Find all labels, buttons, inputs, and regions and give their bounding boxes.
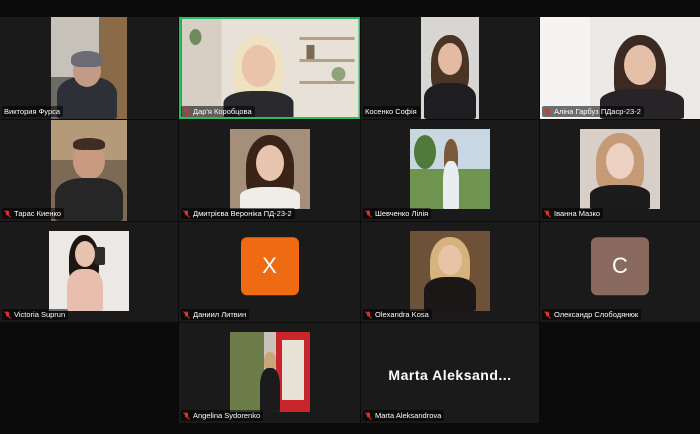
participant-name-label: Даниил Литвин [181, 309, 250, 320]
avatar-letter: Х [262, 253, 277, 279]
participant-name: Даниил Литвин [193, 310, 247, 319]
participant-video [410, 129, 490, 209]
participant-name: Аліна Гарбуз ПДаср-23-2 [554, 107, 641, 116]
participant-tile-active-speaker[interactable]: Дар'я Коробцова [179, 17, 360, 119]
participant-name-label: Косенко Софія [363, 106, 420, 117]
muted-mic-icon [4, 209, 11, 218]
participant-name-label: Аліна Гарбуз ПДаср-23-2 [542, 106, 644, 117]
participant-video [410, 231, 490, 311]
participant-name-label: Виктория Фурса [2, 106, 64, 117]
participant-name-label: Olexandra Kosa [363, 309, 432, 320]
participant-name: Косенко Софія [365, 107, 417, 116]
participant-name-label: Angelina Sydorenko [181, 410, 264, 421]
avatar: Х [240, 237, 299, 296]
muted-mic-icon [365, 310, 372, 319]
participant-tile[interactable]: Аліна Гарбуз ПДаср-23-2 [540, 17, 700, 119]
participant-name: Тарас Киенко [14, 209, 61, 218]
participant-name-label: Шевченко Лілія [363, 208, 432, 219]
muted-mic-icon [183, 411, 190, 420]
participant-tile[interactable]: Косенко Софія [361, 17, 539, 119]
participant-name-label: Victoria Suprun [2, 309, 69, 320]
muted-mic-icon [365, 411, 372, 420]
muted-mic-icon [183, 107, 190, 116]
muted-mic-icon [183, 310, 190, 319]
participant-name-label: Олександр Слободянюк [542, 309, 642, 320]
participant-video [181, 19, 358, 117]
participant-name: Angelina Sydorenko [193, 411, 261, 420]
participant-name: Шевченко Лілія [375, 209, 429, 218]
participant-tile[interactable]: Olexandra Kosa [361, 222, 539, 322]
participant-video [229, 332, 310, 412]
participant-video [229, 129, 310, 209]
muted-mic-icon [4, 310, 11, 319]
avatar: С [591, 237, 649, 296]
muted-mic-icon [544, 107, 551, 116]
participant-video [49, 231, 129, 311]
participant-tile[interactable]: Виктория Фурса [0, 17, 178, 119]
participant-tile[interactable]: Тарас Киенко [0, 120, 178, 221]
participant-video [540, 17, 700, 119]
participant-tile[interactable]: С Олександр Слободянюк [540, 222, 700, 322]
participant-tile[interactable]: Дмитрієва Вероніка ПД-23-2 [179, 120, 360, 221]
avatar-letter: С [612, 253, 628, 279]
participant-name: Іванна Мазко [554, 209, 601, 218]
muted-mic-icon [365, 209, 372, 218]
participant-tile[interactable]: Іванна Мазко [540, 120, 700, 221]
participant-tile[interactable]: Marta Aleksand... Marta Aleksandrova [361, 323, 539, 423]
participant-name: Дар'я Коробцова [193, 107, 252, 116]
participant-name-label: Тарас Киенко [2, 208, 64, 219]
participant-tile[interactable]: Angelina Sydorenko [179, 323, 360, 423]
participant-tile[interactable]: Х Даниил Литвин [179, 222, 360, 322]
participant-name-label: Marta Aleksandrova [363, 410, 445, 421]
participant-name-label: Дар'я Коробцова [181, 106, 255, 117]
participant-tile[interactable]: Victoria Suprun [0, 222, 178, 322]
participant-name: Олександр Слободянюк [554, 310, 639, 319]
participant-name: Olexandra Kosa [375, 310, 429, 319]
muted-mic-icon [183, 209, 190, 218]
participant-name-label: Іванна Мазко [542, 208, 604, 219]
participant-video [51, 120, 127, 221]
participant-name: Victoria Suprun [14, 310, 66, 319]
participant-name: Виктория Фурса [4, 107, 61, 116]
gallery-view: Виктория Фурса Дар'я Коробцова Косенко С… [0, 0, 700, 434]
participant-video [580, 129, 660, 209]
participant-video [421, 17, 479, 119]
participant-name: Marta Aleksandrova [375, 411, 442, 420]
participant-tile[interactable]: Шевченко Лілія [361, 120, 539, 221]
participant-video [51, 17, 127, 119]
muted-mic-icon [544, 310, 551, 319]
muted-mic-icon [544, 209, 551, 218]
participant-name-label: Дмитрієва Вероніка ПД-23-2 [181, 208, 295, 219]
participant-name: Дмитрієва Вероніка ПД-23-2 [193, 209, 292, 218]
participant-display-name: Marta Aleksand... [388, 367, 512, 383]
